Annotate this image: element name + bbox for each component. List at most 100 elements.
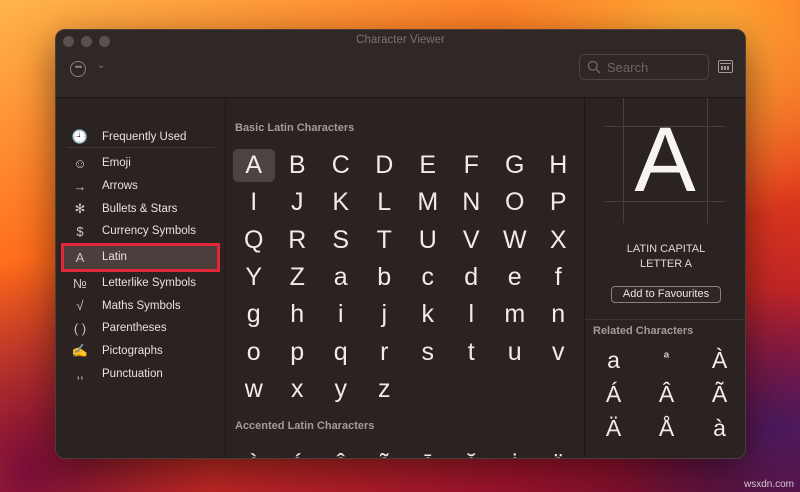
character-cell[interactable]: Ă bbox=[450, 449, 494, 458]
character-cell[interactable]: r bbox=[363, 333, 407, 370]
related-characters-heading: Related Characters bbox=[593, 325, 694, 337]
character-cell[interactable]: k bbox=[406, 296, 450, 333]
character-cell[interactable]: L bbox=[363, 184, 407, 221]
character-cell[interactable]: b bbox=[363, 259, 407, 296]
sidebar-item-parentheses[interactable]: ( ) Parentheses bbox=[56, 317, 225, 340]
character-cell[interactable]: P bbox=[537, 184, 581, 221]
sidebar-separator bbox=[66, 147, 215, 148]
character-detail-pane: A LATIN CAPITAL LETTER A Add to Favourit… bbox=[584, 98, 745, 458]
sidebar-item-pictographs[interactable]: ✍ Pictographs bbox=[56, 340, 225, 363]
character-cell[interactable]: V bbox=[450, 222, 494, 259]
character-cell[interactable]: Q bbox=[232, 222, 276, 259]
character-cell[interactable]: Â bbox=[319, 449, 363, 458]
character-cell[interactable]: A bbox=[233, 149, 275, 182]
sidebar-item-currency-symbols[interactable]: $ Currency Symbols bbox=[56, 220, 225, 243]
character-cell[interactable]: Ā bbox=[406, 449, 450, 458]
character-cell[interactable]: Ã bbox=[693, 377, 745, 411]
character-cell[interactable]: d bbox=[450, 259, 494, 296]
character-name-line2: LETTER A bbox=[640, 258, 692, 270]
character-cell[interactable]: h bbox=[276, 296, 320, 333]
character-cell[interactable]: Å bbox=[640, 411, 693, 445]
sidebar-item-emoji[interactable]: ☺ Emoji bbox=[56, 152, 225, 175]
character-cell[interactable]: l bbox=[450, 296, 494, 333]
sidebar-item-label: Emoji bbox=[102, 157, 131, 170]
character-cell[interactable]: S bbox=[319, 222, 363, 259]
sidebar-item-letterlike-symbols[interactable]: № Letterlike Symbols bbox=[56, 272, 225, 295]
character-cell[interactable]: À bbox=[693, 343, 745, 377]
character-cell[interactable]: s bbox=[406, 333, 450, 370]
character-cell[interactable]: O bbox=[493, 184, 537, 221]
character-cell[interactable]: C bbox=[319, 147, 363, 184]
character-cell[interactable]: Â bbox=[640, 377, 693, 411]
character-cell[interactable]: y bbox=[319, 371, 363, 408]
character-cell[interactable]: J bbox=[276, 184, 320, 221]
character-cell[interactable]: B bbox=[276, 147, 320, 184]
category-sidebar: 🕘 Frequently Used ☺ Emoji → Arrows ✻ Bullets &… bbox=[56, 98, 226, 458]
character-cell[interactable]: ª bbox=[640, 343, 693, 377]
character-cell[interactable]: Ȧ bbox=[493, 449, 537, 458]
character-cell[interactable]: W bbox=[493, 222, 537, 259]
character-cell[interactable]: x bbox=[276, 371, 320, 408]
character-cell[interactable]: f bbox=[537, 259, 581, 296]
character-cell[interactable]: g bbox=[232, 296, 276, 333]
character-cell[interactable]: X bbox=[537, 222, 581, 259]
character-cell[interactable]: Z bbox=[276, 259, 320, 296]
character-cell[interactable]: M bbox=[406, 184, 450, 221]
character-cell[interactable]: H bbox=[537, 147, 581, 184]
search-placeholder: Search bbox=[607, 60, 649, 75]
character-cell[interactable]: N bbox=[450, 184, 494, 221]
character-cell[interactable]: u bbox=[493, 333, 537, 370]
character-cell[interactable]: K bbox=[319, 184, 363, 221]
character-cell[interactable]: À bbox=[232, 449, 276, 458]
chevron-down-icon[interactable]: ⌄ bbox=[97, 60, 105, 71]
character-cell[interactable]: U bbox=[406, 222, 450, 259]
character-cell[interactable]: I bbox=[232, 184, 276, 221]
character-name-line1: LATIN CAPITAL bbox=[626, 243, 706, 255]
watermark: wsxdn.com bbox=[743, 479, 794, 490]
character-cell[interactable]: z bbox=[363, 371, 407, 408]
sidebar-item-label: Letterlike Symbols bbox=[102, 277, 196, 290]
character-cell[interactable]: m bbox=[493, 296, 537, 333]
character-cell[interactable]: G bbox=[493, 147, 537, 184]
sidebar-item-maths-symbols[interactable]: √ Maths Symbols bbox=[56, 294, 225, 317]
keyboard-viewer-icon[interactable] bbox=[718, 60, 733, 73]
sidebar-item-label: Latin bbox=[102, 251, 127, 264]
character-cell[interactable]: à bbox=[693, 411, 745, 445]
character-cell[interactable]: F bbox=[450, 147, 494, 184]
character-cell[interactable]: Á bbox=[587, 377, 640, 411]
character-cell[interactable]: c bbox=[406, 259, 450, 296]
sidebar-item-punctuation[interactable]: ,, Punctuation bbox=[56, 363, 225, 386]
character-cell[interactable]: o bbox=[232, 333, 276, 370]
character-cell[interactable]: T bbox=[363, 222, 407, 259]
add-to-favourites-button[interactable]: Add to Favourites bbox=[611, 286, 721, 303]
character-cell[interactable]: D bbox=[363, 147, 407, 184]
character-cell[interactable]: p bbox=[276, 333, 320, 370]
character-cell[interactable]: Ä bbox=[587, 411, 640, 445]
character-cell[interactable]: n bbox=[537, 296, 581, 333]
more-options-icon[interactable]: ••• bbox=[70, 61, 86, 77]
character-cell[interactable]: v bbox=[537, 333, 581, 370]
parentheses-icon: ( ) bbox=[73, 320, 87, 336]
character-cell[interactable]: i bbox=[319, 296, 363, 333]
character-cell[interactable]: q bbox=[319, 333, 363, 370]
character-cell[interactable]: a bbox=[319, 259, 363, 296]
sidebar-item-arrows[interactable]: → Arrows bbox=[56, 175, 225, 198]
character-cell[interactable]: j bbox=[363, 296, 407, 333]
character-cell[interactable]: Ã bbox=[363, 449, 407, 458]
character-cell[interactable]: Y bbox=[232, 259, 276, 296]
search-field[interactable]: Search bbox=[579, 54, 709, 80]
character-cell[interactable]: e bbox=[493, 259, 537, 296]
basic-latin-grid: ABCDEFGH IJKLMNOP QRSTUVWX YZabcdef ghijklmn… bbox=[232, 147, 580, 408]
character-cell[interactable]: t bbox=[450, 333, 494, 370]
character-cell[interactable]: Ä bbox=[537, 449, 581, 458]
sidebar-item-latin[interactable]: A Latin bbox=[61, 242, 220, 272]
selected-glyph: A bbox=[634, 109, 696, 211]
character-cell[interactable]: a bbox=[587, 343, 640, 377]
character-cell[interactable]: Á bbox=[276, 449, 320, 458]
sidebar-item-bullets-stars[interactable]: ✻ Bullets & Stars bbox=[56, 197, 225, 220]
character-cell[interactable]: E bbox=[406, 147, 450, 184]
sidebar-item-frequently-used[interactable]: 🕘 Frequently Used bbox=[56, 126, 225, 149]
character-cell[interactable]: w bbox=[232, 371, 276, 408]
character-cell[interactable]: R bbox=[276, 222, 320, 259]
title-bar: Character Viewer ••• ⌄ Search bbox=[56, 30, 745, 98]
